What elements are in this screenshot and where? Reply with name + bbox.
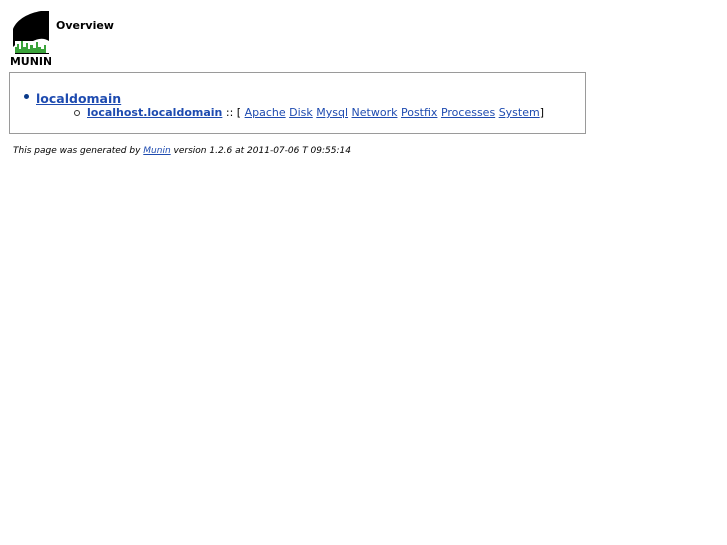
page-title: Overview	[56, 19, 114, 32]
category-link-disk[interactable]: Disk	[289, 106, 313, 119]
host-link[interactable]: localhost.localdomain	[87, 106, 222, 119]
domain-link[interactable]: localdomain	[36, 91, 121, 106]
bullet-disc-icon	[24, 94, 29, 99]
footer-prefix: This page was generated by	[13, 146, 141, 156]
munin-link[interactable]: Munin	[143, 146, 170, 156]
munin-logo[interactable]: MUNIN	[10, 11, 52, 68]
domain-item: localdomain	[24, 88, 121, 107]
category-link-mysql[interactable]: Mysql	[316, 106, 348, 119]
category-link-network[interactable]: Network	[352, 106, 398, 119]
category-separator-close: ]	[539, 106, 545, 119]
munin-raven-icon: MUNIN	[10, 11, 52, 68]
category-link-processes[interactable]: Processes	[441, 106, 495, 119]
footer: This page was generated by Munin version…	[13, 146, 351, 156]
overview-box: localdomain localhost.localdomain :: [ A…	[9, 72, 586, 134]
host-item: localhost.localdomain :: [ Apache Disk M…	[74, 106, 545, 119]
category-separator-open: :: [	[225, 106, 242, 119]
category-link-postfix[interactable]: Postfix	[401, 106, 437, 119]
category-link-system[interactable]: System	[499, 106, 540, 119]
logo-text: MUNIN	[11, 55, 51, 67]
bullet-circle-icon	[74, 110, 80, 116]
category-link-apache[interactable]: Apache	[245, 106, 286, 119]
footer-suffix: version 1.2.6 at 2011-07-06 T 09:55:14	[173, 146, 351, 156]
